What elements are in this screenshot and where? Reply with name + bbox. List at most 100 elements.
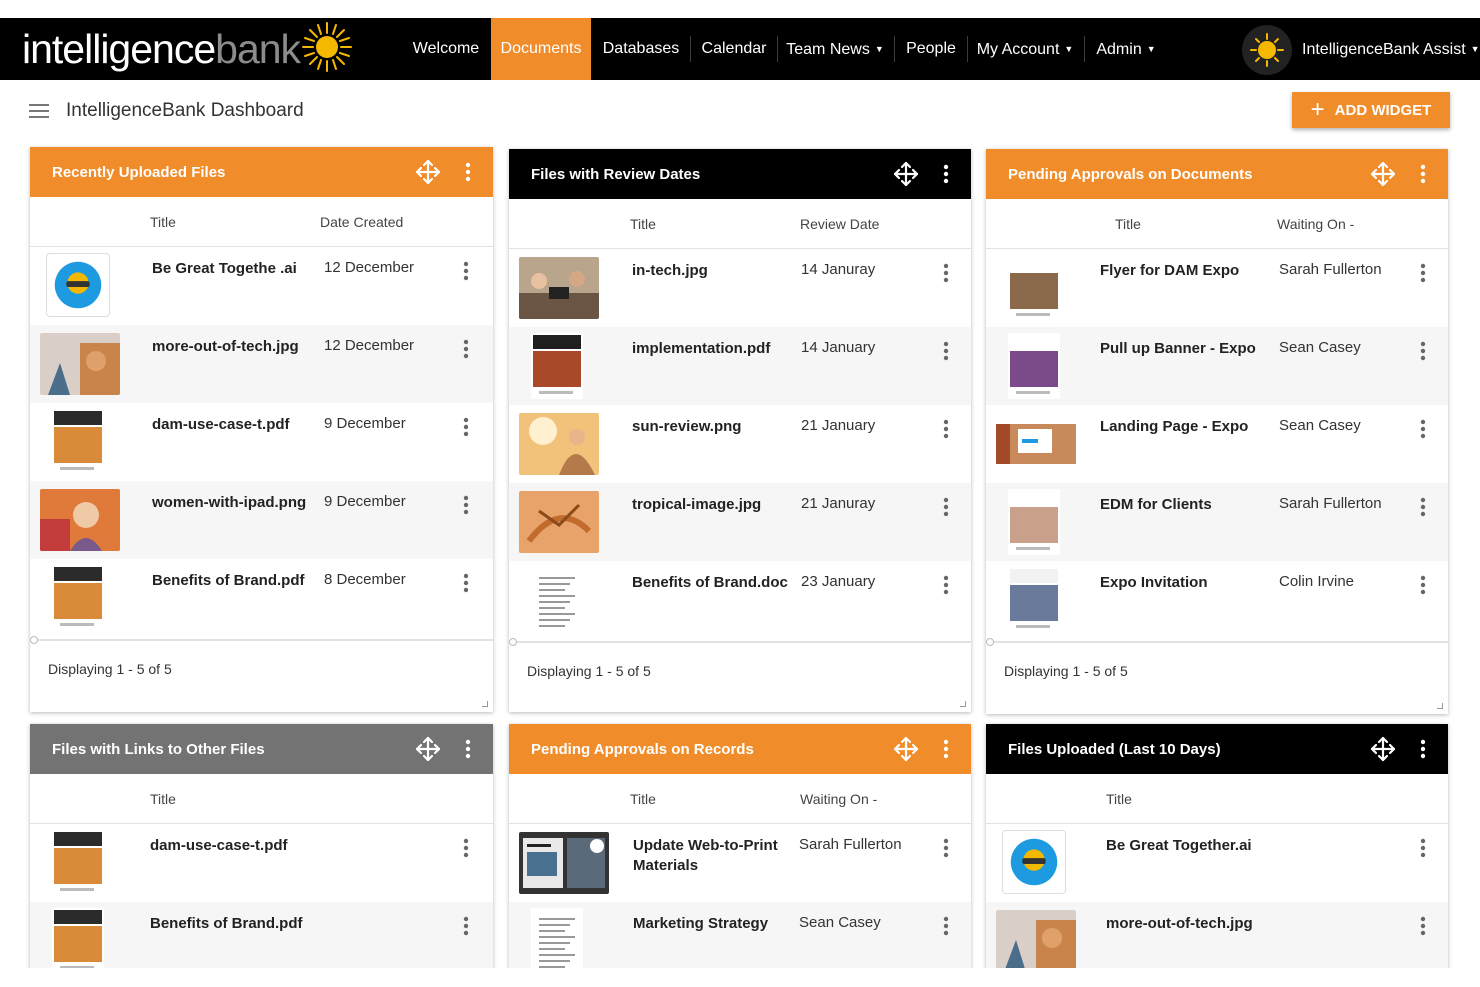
widget-menu-icon[interactable] [943, 739, 949, 759]
file-title[interactable]: Benefits of Brand.doc [632, 573, 788, 593]
file-title[interactable]: women-with-ipad.png [152, 493, 306, 513]
resize-corner-icon[interactable] [960, 701, 966, 707]
file-title[interactable]: Marketing Strategy [633, 914, 768, 934]
row-menu-icon[interactable] [463, 261, 469, 281]
nav-assist-menu[interactable]: IntelligenceBank Assist ▼ [1302, 18, 1480, 80]
row-menu-icon[interactable] [1420, 838, 1426, 858]
file-title[interactable]: Update Web-to-Print Materials [633, 836, 778, 876]
row-menu-icon[interactable] [1420, 497, 1426, 517]
row-menu-icon[interactable] [463, 495, 469, 515]
row-menu-icon[interactable] [463, 573, 469, 593]
file-title[interactable]: Expo Invitation [1100, 573, 1208, 593]
column-header[interactable]: Title [150, 791, 176, 807]
table-row[interactable]: Be Great Together.ai [986, 824, 1448, 902]
widget-header[interactable]: Files with Review Dates [509, 149, 971, 199]
row-menu-icon[interactable] [1420, 341, 1426, 361]
file-title[interactable]: Pull up Banner - Expo [1100, 339, 1256, 359]
table-row[interactable]: more-out-of-tech.jpg 12 December [30, 325, 493, 403]
widget-menu-icon[interactable] [1420, 739, 1426, 759]
widget-header[interactable]: Recently Uploaded Files [30, 147, 493, 197]
file-thumbnail[interactable] [531, 567, 583, 633]
table-row[interactable]: Landing Page - Expo Sean Casey [986, 405, 1448, 483]
table-row[interactable]: Benefits of Brand.pdf 8 December [30, 559, 493, 637]
table-row[interactable]: Flyer for DAM Expo Sarah Fullerton [986, 249, 1448, 327]
column-header[interactable]: Review Date [800, 216, 879, 232]
row-menu-icon[interactable] [943, 916, 949, 936]
move-icon[interactable] [415, 159, 441, 185]
file-title[interactable]: EDM for Clients [1100, 495, 1212, 515]
resize-corner-icon[interactable] [1437, 703, 1443, 709]
table-row[interactable]: sun-review.png 21 January [509, 405, 971, 483]
column-header[interactable]: Waiting On - [800, 791, 877, 807]
row-menu-icon[interactable] [943, 419, 949, 439]
file-title[interactable]: sun-review.png [632, 417, 741, 437]
file-thumbnail[interactable] [531, 908, 583, 974]
move-icon[interactable] [415, 736, 441, 762]
row-menu-icon[interactable] [943, 341, 949, 361]
nav-databases[interactable]: Databases [594, 18, 688, 80]
file-title[interactable]: Be Great Together.ai [1106, 836, 1252, 856]
row-menu-icon[interactable] [1420, 916, 1426, 936]
row-menu-icon[interactable] [463, 916, 469, 936]
file-title[interactable]: in-tech.jpg [632, 261, 708, 281]
table-row[interactable]: women-with-ipad.png 9 December [30, 481, 493, 559]
file-thumbnail[interactable] [40, 333, 120, 395]
file-title[interactable]: more-out-of-tech.jpg [152, 337, 299, 357]
file-thumbnail[interactable] [1008, 333, 1060, 399]
resize-handle-icon[interactable] [509, 638, 517, 646]
column-header[interactable]: Title [630, 791, 656, 807]
column-header[interactable]: Title [630, 216, 656, 232]
row-menu-icon[interactable] [1420, 263, 1426, 283]
move-icon[interactable] [893, 736, 919, 762]
file-thumbnail[interactable] [1002, 830, 1066, 894]
add-widget-button[interactable]: + ADD WIDGET [1292, 92, 1450, 128]
nav-calendar[interactable]: Calendar [692, 18, 776, 80]
table-row[interactable]: Update Web-to-Print Materials Sarah Fuller… [509, 824, 971, 902]
file-thumbnail[interactable] [52, 565, 104, 631]
file-thumbnail[interactable] [1008, 567, 1060, 633]
file-title[interactable]: dam-use-case-t.pdf [150, 836, 288, 856]
table-row[interactable]: in-tech.jpg 14 Januray [509, 249, 971, 327]
file-title[interactable]: more-out-of-tech.jpg [1106, 914, 1253, 934]
row-menu-icon[interactable] [463, 838, 469, 858]
nav-admin[interactable]: Admin ▼ [1086, 18, 1166, 80]
file-thumbnail[interactable] [46, 253, 110, 317]
file-title[interactable]: Flyer for DAM Expo [1100, 261, 1239, 281]
move-icon[interactable] [893, 161, 919, 187]
row-menu-icon[interactable] [943, 497, 949, 517]
resize-corner-icon[interactable] [482, 701, 488, 707]
widget-menu-icon[interactable] [465, 162, 471, 182]
widget-header[interactable]: Pending Approvals on Records [509, 724, 971, 774]
resize-handle-icon[interactable] [986, 638, 994, 646]
table-row[interactable]: Be Great Togethe .ai 12 December [30, 247, 493, 325]
file-thumbnail[interactable] [52, 830, 104, 896]
row-menu-icon[interactable] [463, 417, 469, 437]
row-menu-icon[interactable] [943, 263, 949, 283]
widget-menu-icon[interactable] [465, 739, 471, 759]
file-thumbnail[interactable] [52, 908, 104, 974]
file-title[interactable]: Benefits of Brand.pdf [152, 571, 305, 591]
widget-header[interactable]: Files Uploaded (Last 10 Days) [986, 724, 1448, 774]
file-thumbnail[interactable] [519, 491, 599, 553]
file-title[interactable]: dam-use-case-t.pdf [152, 415, 290, 435]
file-title[interactable]: Benefits of Brand.pdf [150, 914, 303, 934]
widget-menu-icon[interactable] [943, 164, 949, 184]
row-menu-icon[interactable] [1420, 575, 1426, 595]
file-thumbnail[interactable] [519, 257, 599, 319]
file-title[interactable]: implementation.pdf [632, 339, 770, 359]
resize-handle-icon[interactable] [30, 636, 38, 644]
table-row[interactable]: Benefits of Brand.doc 23 January [509, 561, 971, 639]
file-title[interactable]: Be Great Togethe .ai [152, 259, 297, 279]
file-thumbnail[interactable] [519, 413, 599, 475]
file-thumbnail[interactable] [519, 832, 609, 894]
column-header[interactable]: Title [150, 214, 176, 230]
table-row[interactable]: Pull up Banner - Expo Sean Casey [986, 327, 1448, 405]
file-thumbnail[interactable] [52, 409, 104, 475]
table-row[interactable]: implementation.pdf 14 January [509, 327, 971, 405]
column-header[interactable]: Waiting On - [1277, 216, 1354, 232]
move-icon[interactable] [1370, 736, 1396, 762]
table-row[interactable]: tropical-image.jpg 21 Januray [509, 483, 971, 561]
file-thumbnail[interactable] [531, 333, 583, 399]
move-icon[interactable] [1370, 161, 1396, 187]
file-thumbnail[interactable] [1008, 489, 1060, 555]
